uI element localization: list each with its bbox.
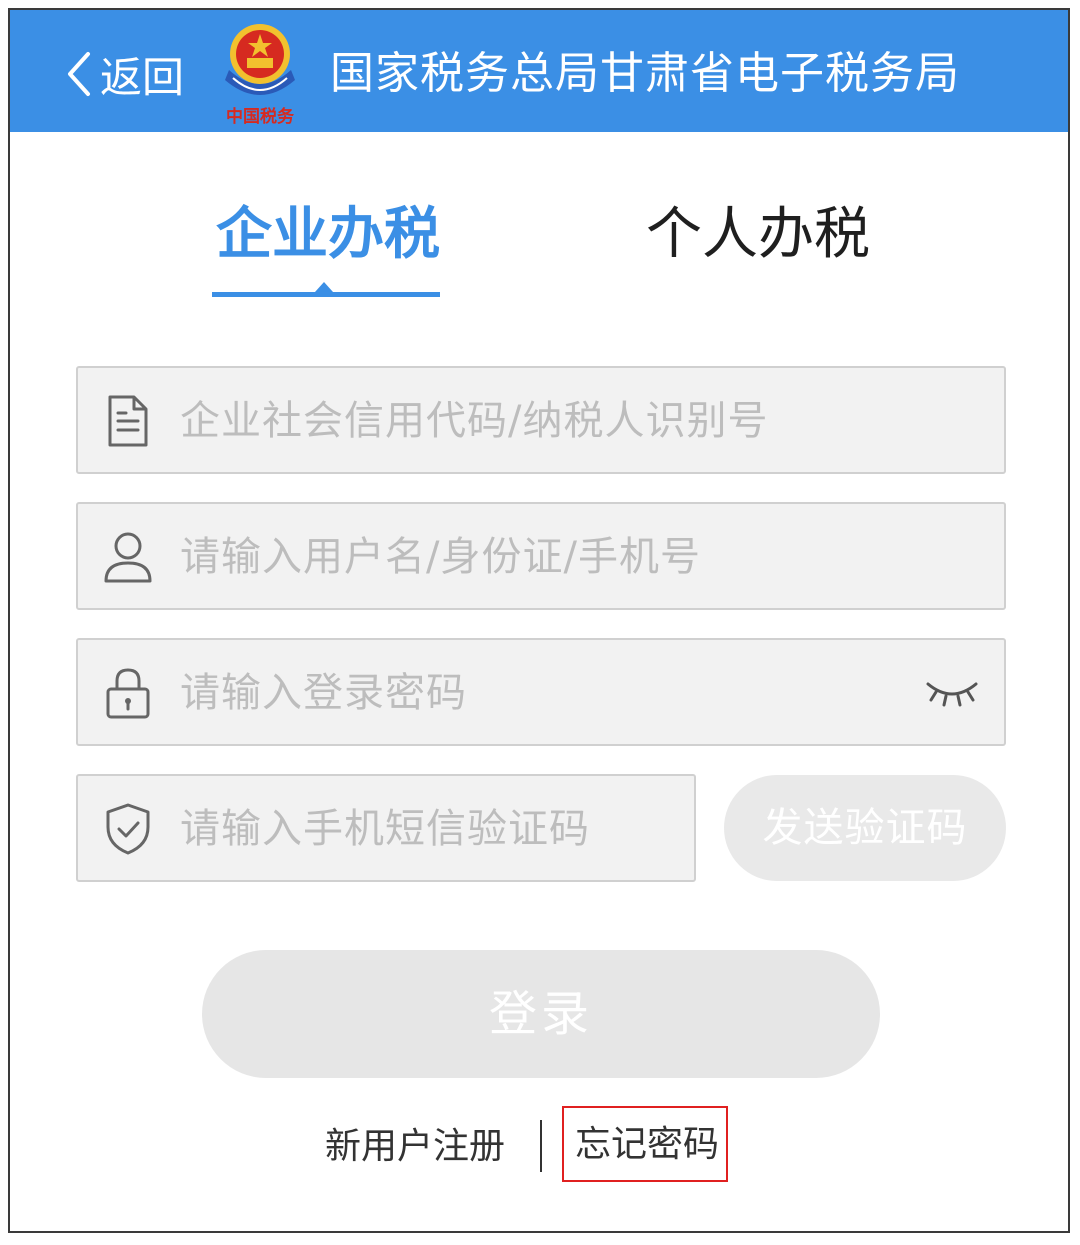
- tab-enterprise[interactable]: 企业办税: [216, 200, 440, 270]
- back-label: 返回: [100, 52, 185, 102]
- tax-emblem-logo: 中国税务: [225, 24, 295, 127]
- app-frame: 返回 中国税务 国家税务总局甘肃省电子税务局 企业办税 个人办税 企业社会信用代…: [8, 8, 1070, 1233]
- send-code-button[interactable]: 发送验证码: [724, 775, 1006, 881]
- page-title: 国家税务总局甘肃省电子税务局: [330, 48, 960, 99]
- forgot-password-link[interactable]: 忘记密码: [575, 1120, 719, 1170]
- shield-check-icon: [106, 803, 150, 855]
- top-bar: 返回 中国税务 国家税务总局甘肃省电子税务局: [10, 10, 1068, 132]
- lock-icon: [106, 668, 150, 719]
- active-tab-caret: [315, 282, 333, 292]
- sms-code-placeholder: 请输入手机短信验证码: [180, 806, 590, 852]
- document-icon: [108, 395, 148, 447]
- footer-divider: [540, 1120, 542, 1172]
- active-tab-underline: [212, 292, 440, 297]
- tax-id-input[interactable]: 企业社会信用代码/纳税人识别号: [76, 366, 1006, 474]
- username-input[interactable]: 请输入用户名/身份证/手机号: [76, 502, 1006, 610]
- logo-caption: 中国税务: [226, 106, 295, 127]
- password-input[interactable]: 请输入登录密码: [76, 638, 1006, 746]
- password-placeholder: 请输入登录密码: [180, 670, 467, 716]
- user-icon: [104, 532, 152, 583]
- tax-id-placeholder: 企业社会信用代码/纳税人识别号: [180, 398, 769, 444]
- eye-closed-icon[interactable]: [924, 676, 980, 710]
- back-button[interactable]: 返回: [62, 44, 184, 104]
- chevron-left-icon: [68, 52, 90, 96]
- register-link[interactable]: 新用户注册: [325, 1122, 505, 1172]
- sms-code-input[interactable]: 请输入手机短信验证码: [76, 774, 696, 882]
- tab-personal[interactable]: 个人办税: [646, 200, 870, 270]
- login-button[interactable]: 登录: [202, 950, 880, 1078]
- tab-bar: 企业办税 个人办税: [10, 132, 1068, 302]
- username-placeholder: 请输入用户名/身份证/手机号: [180, 534, 701, 580]
